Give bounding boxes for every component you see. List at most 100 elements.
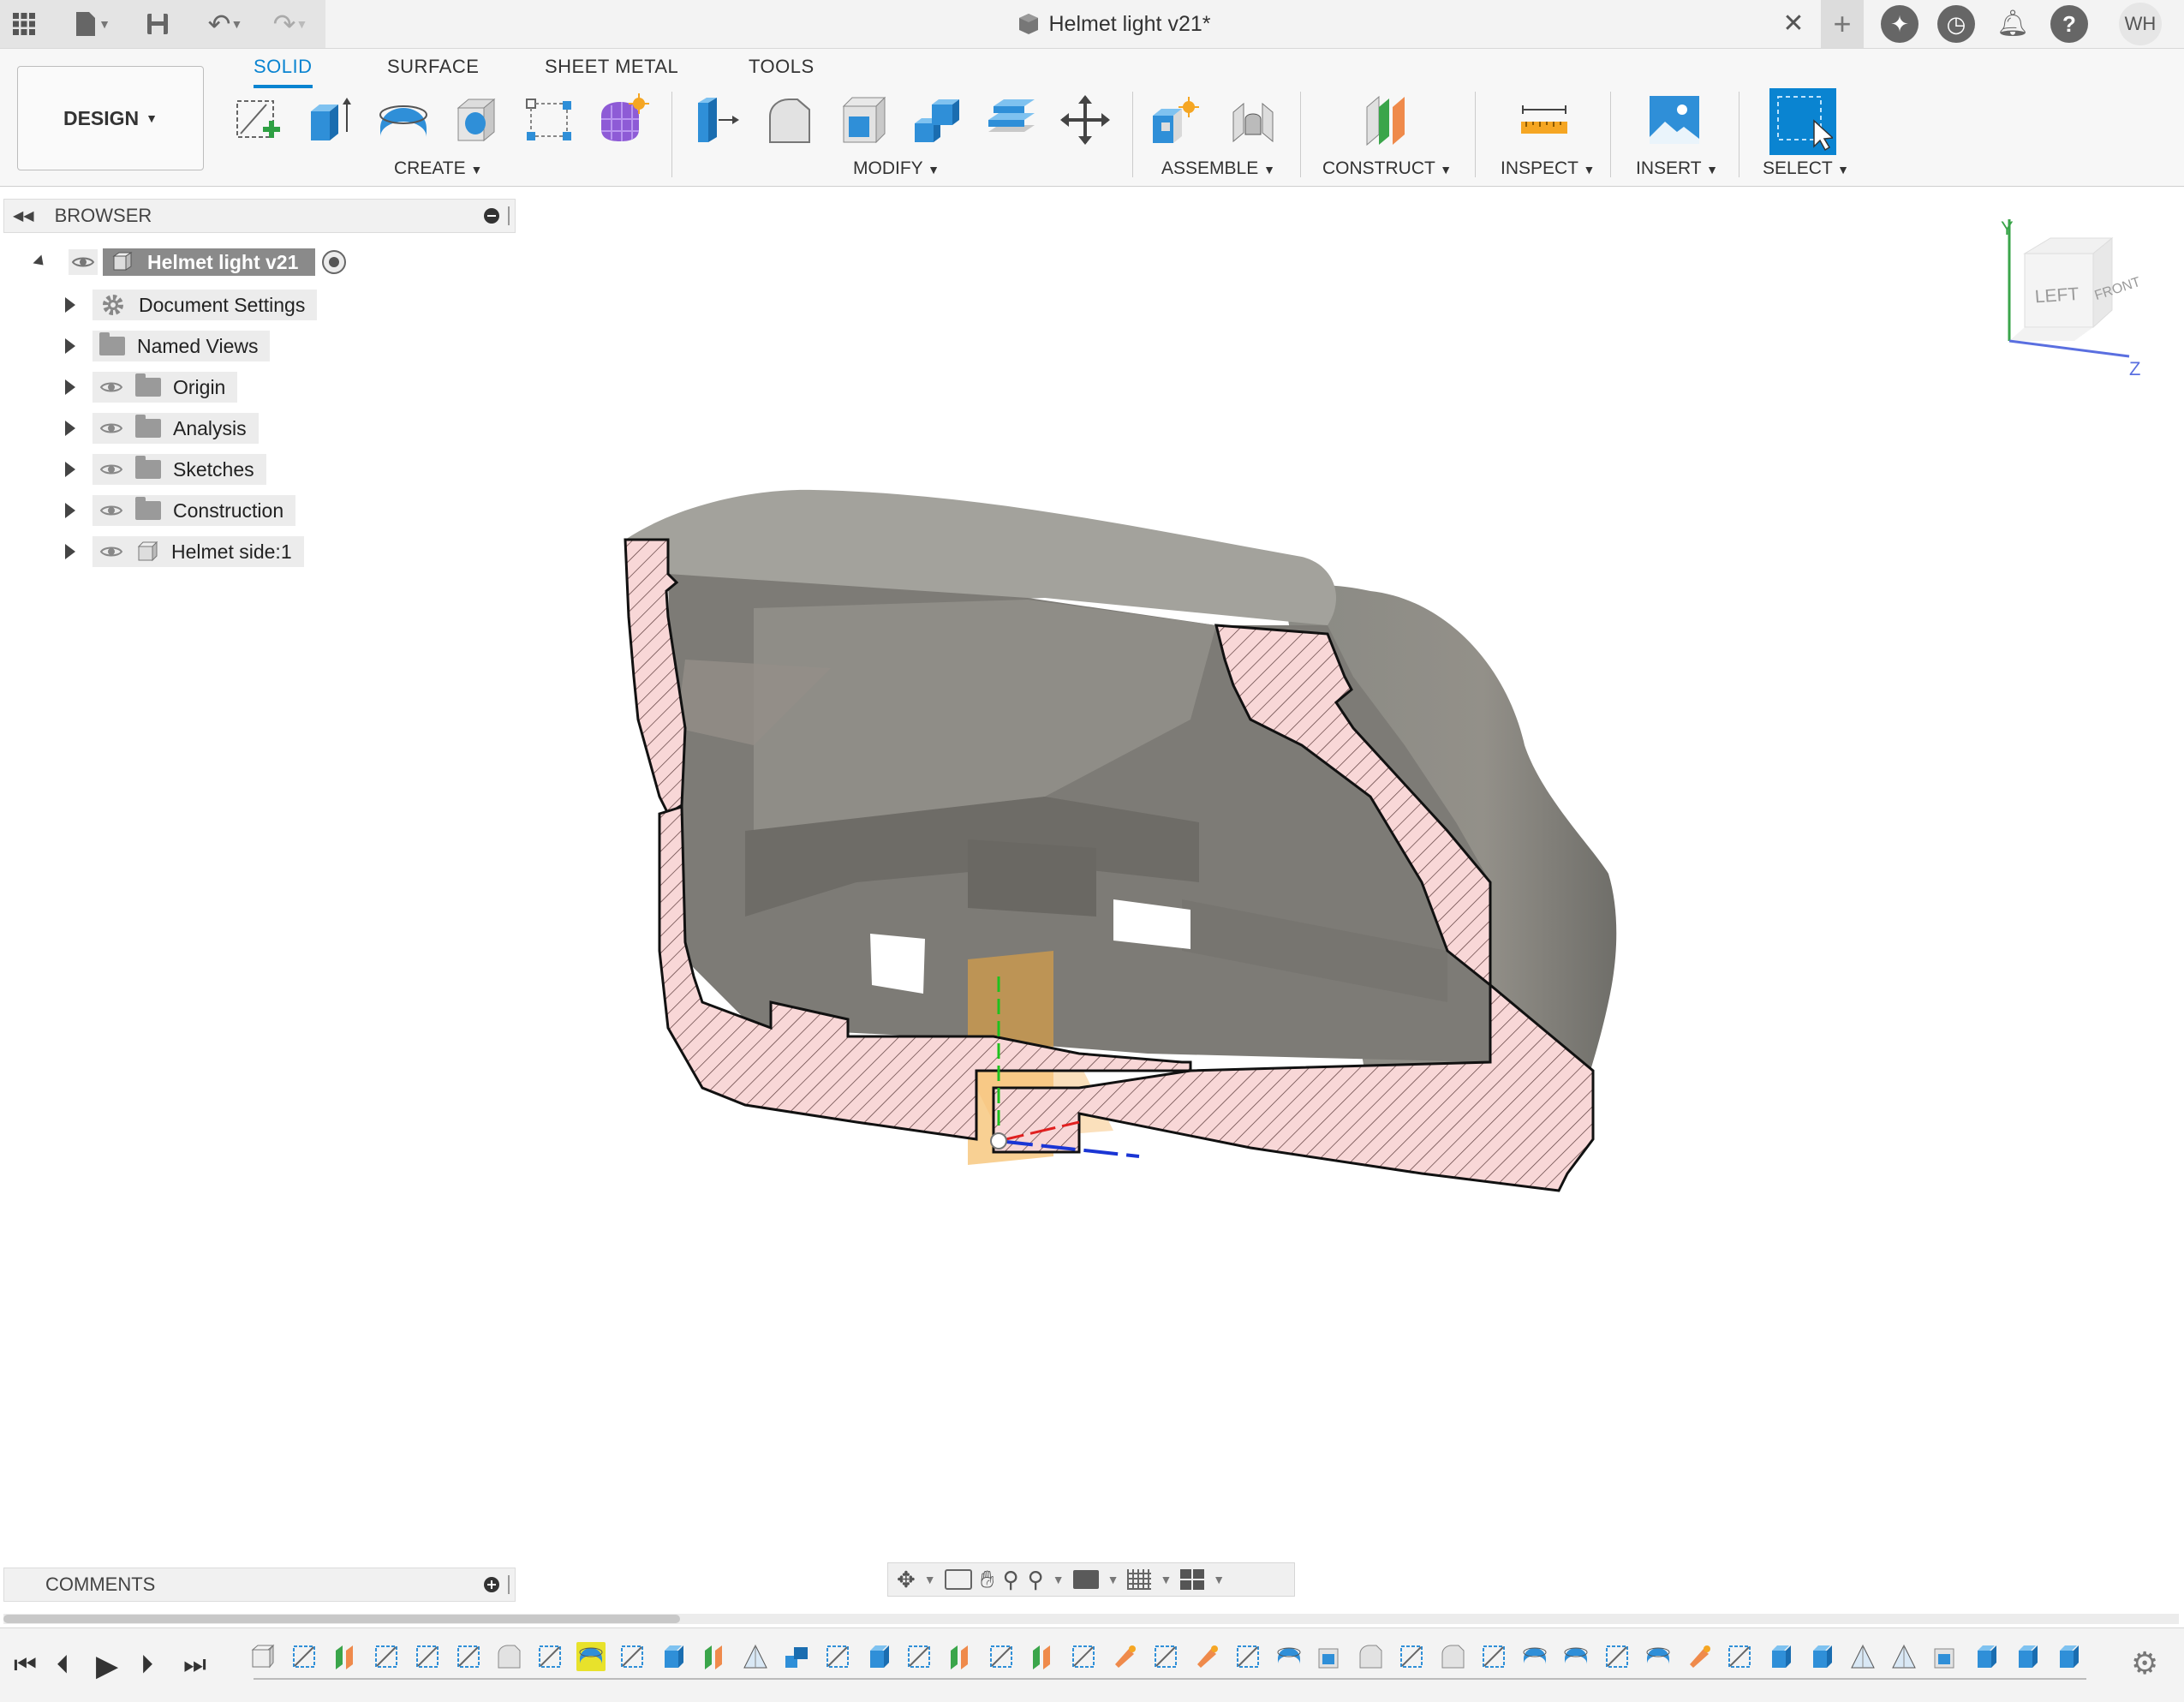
expand-triangle-icon[interactable] <box>65 297 75 313</box>
look-at-icon[interactable] <box>944 1569 972 1590</box>
group-assemble[interactable]: ASSEMBLE ▼ <box>1161 158 1275 179</box>
panel-resize-handle[interactable] <box>508 1575 510 1594</box>
timeline-feature-sketch-icon[interactable] <box>1602 1642 1632 1671</box>
undo-button[interactable]: ↶ ▼ <box>197 7 254 41</box>
pan-hand-icon[interactable]: ✋︎ <box>981 1566 994 1594</box>
document-tab[interactable]: Helmet light v21* <box>899 9 1328 39</box>
collapse-panel-icon[interactable]: ◀◀ <box>13 207 34 224</box>
timeline-feature-cone-icon[interactable] <box>741 1642 770 1671</box>
timeline-feature-sketch-icon[interactable] <box>1725 1642 1754 1671</box>
panel-resize-handle[interactable] <box>508 206 510 225</box>
job-status-icon[interactable]: ◷ <box>1937 5 1975 43</box>
workspace-switcher[interactable]: DESIGN ▼ <box>17 66 204 170</box>
visibility-eye-icon[interactable] <box>99 462 123 477</box>
timeline-feature-tool-icon[interactable] <box>1192 1642 1221 1671</box>
combine-button[interactable] <box>910 92 966 148</box>
browser-item-named-views[interactable]: Named Views <box>65 329 271 363</box>
minimize-panel-icon[interactable] <box>484 208 499 224</box>
browser-item-document-settings[interactable]: Document Settings <box>65 288 318 322</box>
file-menu-button[interactable]: ▼ <box>62 7 122 41</box>
timeline-feature-sketch-icon[interactable] <box>1069 1642 1098 1671</box>
notifications-bell-icon[interactable]: 🔔︎ <box>1996 7 2030 41</box>
timeline-feature-plane-icon[interactable] <box>1028 1642 1057 1671</box>
browser-item-helmet-side[interactable]: Helmet side:1 <box>65 534 304 569</box>
extensions-icon[interactable]: ✦ <box>1881 5 1918 43</box>
visibility-eye-icon[interactable] <box>69 249 98 275</box>
help-icon[interactable]: ? <box>2050 5 2088 43</box>
expand-triangle-icon[interactable] <box>65 462 75 477</box>
group-select[interactable]: SELECT ▼ <box>1763 158 1849 179</box>
insert-canvas-button[interactable] <box>1646 92 1703 148</box>
measure-button[interactable] <box>1516 92 1572 148</box>
group-inspect[interactable]: INSPECT ▼ <box>1501 158 1595 179</box>
viewports-icon[interactable] <box>1180 1569 1205 1590</box>
timeline-feature-revolve-icon[interactable] <box>1274 1642 1304 1671</box>
visibility-eye-icon[interactable] <box>99 379 123 395</box>
group-create[interactable]: CREATE ▼ <box>394 158 482 179</box>
browser-item-construction[interactable]: Construction <box>65 493 296 528</box>
timeline-feature-extrude-icon[interactable] <box>2054 1642 2083 1671</box>
hole-button[interactable] <box>447 92 504 148</box>
timeline-feature-body-icon[interactable] <box>248 1642 277 1671</box>
orbit-icon[interactable]: ✥ <box>897 1567 916 1593</box>
timeline-feature-sketch-icon[interactable] <box>987 1642 1016 1671</box>
timeline-feature-sketch-icon[interactable] <box>1397 1642 1426 1671</box>
display-settings-icon[interactable] <box>1072 1570 1099 1589</box>
user-avatar[interactable]: WH <box>2119 3 2162 45</box>
timeline-feature-combine-icon[interactable] <box>782 1642 811 1671</box>
timeline-feature-tool-icon[interactable] <box>1110 1642 1139 1671</box>
timeline-feature-sketch-icon[interactable] <box>1151 1642 1180 1671</box>
timeline-feature-sketch-icon[interactable] <box>289 1642 319 1671</box>
canvas-3d-model[interactable] <box>600 471 1679 1242</box>
joint-button[interactable] <box>1225 92 1281 148</box>
tab-surface[interactable]: SURFACE <box>387 56 479 85</box>
zoom-icon[interactable]: ⚲ <box>1003 1567 1019 1593</box>
browser-item-analysis[interactable]: Analysis <box>65 411 259 445</box>
expand-triangle-icon[interactable] <box>65 338 75 354</box>
timeline-feature-sketch-icon[interactable] <box>1233 1642 1262 1671</box>
select-button[interactable] <box>1769 88 1836 155</box>
shell-button[interactable] <box>836 92 892 148</box>
timeline-feature-plane-icon[interactable] <box>331 1642 360 1671</box>
pattern-button[interactable] <box>521 92 577 148</box>
timeline-feature-sketch-icon[interactable] <box>454 1642 483 1671</box>
browser-item-sketches[interactable]: Sketches <box>65 452 266 487</box>
timeline-feature-tool-icon[interactable] <box>1685 1642 1714 1671</box>
create-sketch-button[interactable] <box>230 92 286 148</box>
browser-root-row[interactable]: Helmet light v21 <box>33 245 347 279</box>
timeline-feature-extrude-icon[interactable] <box>1807 1642 1836 1671</box>
visibility-eye-icon[interactable] <box>99 503 123 518</box>
grid-icon[interactable] <box>1127 1569 1152 1590</box>
timeline-feature-shell-icon[interactable] <box>1930 1642 1960 1671</box>
tab-sheet-metal[interactable]: SHEET METAL <box>545 56 678 85</box>
timeline-feature-cone-icon[interactable] <box>1889 1642 1918 1671</box>
extrude-button[interactable] <box>301 92 358 148</box>
go-to-end-icon[interactable]: ⏭ <box>183 1651 206 1680</box>
save-button[interactable] <box>140 7 175 41</box>
timeline-feature-extrude-icon[interactable] <box>1766 1642 1795 1671</box>
tab-tools[interactable]: TOOLS <box>749 56 815 85</box>
timeline-scrollbar[interactable] <box>3 1615 680 1623</box>
timeline-feature-sketch-icon[interactable] <box>413 1642 442 1671</box>
close-tab-icon[interactable]: ✕ <box>1778 9 1809 39</box>
group-modify[interactable]: MODIFY ▼ <box>853 158 940 179</box>
helmet-light-section-view[interactable] <box>600 471 1679 1242</box>
timeline-feature-extrude-icon[interactable] <box>2013 1642 2042 1671</box>
timeline-feature-extrude-icon[interactable] <box>864 1642 893 1671</box>
timeline-feature-sketch-icon[interactable] <box>1479 1642 1508 1671</box>
collapse-triangle-icon[interactable] <box>33 254 48 270</box>
timeline-feature-plane-icon[interactable] <box>700 1642 729 1671</box>
new-tab-button[interactable]: + <box>1821 0 1864 48</box>
timeline-feature-revolve-icon[interactable] <box>1644 1642 1673 1671</box>
redo-button[interactable]: ↷ ▼ <box>262 7 319 41</box>
new-component-button[interactable] <box>1148 92 1204 148</box>
timeline-feature-cone-icon[interactable] <box>1848 1642 1877 1671</box>
timeline-feature-fillet-icon[interactable] <box>494 1642 523 1671</box>
group-insert[interactable]: INSERT ▼ <box>1636 158 1718 179</box>
group-construct[interactable]: CONSTRUCT ▼ <box>1322 158 1452 179</box>
press-pull-button[interactable] <box>689 92 745 148</box>
expand-triangle-icon[interactable] <box>65 379 75 395</box>
timeline-feature-sketch-icon[interactable] <box>372 1642 401 1671</box>
view-cube[interactable]: Y Z LEFT FRONT <box>1992 216 2155 379</box>
create-form-button[interactable] <box>594 92 651 148</box>
